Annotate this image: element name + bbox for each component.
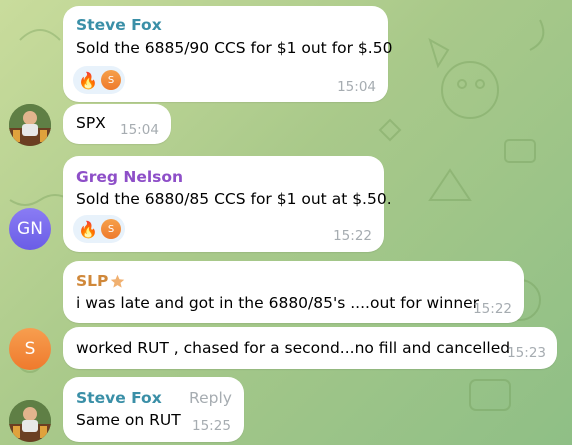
message-text: i was late and got in the 6880/85's ....… <box>76 294 480 312</box>
reply-button[interactable]: Reply <box>189 389 232 407</box>
sender-name[interactable]: Greg Nelson <box>76 168 183 186</box>
message-text: worked RUT , chased for a second...no fi… <box>76 339 511 357</box>
reaction[interactable]: 🔥 S <box>73 215 125 243</box>
star-icon <box>110 274 125 288</box>
reaction-avatar: S <box>101 219 121 239</box>
avatar-photo-icon <box>9 104 51 146</box>
message-time: 15:22 <box>473 301 512 317</box>
message-time: 15:04 <box>337 79 376 95</box>
message-bubble[interactable]: SLP i was late and got in the 6880/85's … <box>63 261 524 323</box>
sender-name[interactable]: Steve Fox <box>76 16 162 34</box>
sender-avatar-photo[interactable] <box>9 400 51 442</box>
message-time: 15:22 <box>333 228 372 244</box>
sender-name[interactable]: Steve Fox <box>76 389 162 407</box>
reaction[interactable]: 🔥 S <box>73 66 125 94</box>
message-text: Sold the 6880/85 CCS for $1 out at $.50. <box>76 190 392 208</box>
message-text: SPX <box>76 114 106 132</box>
fire-icon: 🔥 <box>78 219 98 239</box>
message-time: 15:23 <box>507 345 546 361</box>
sender-avatar-initials[interactable]: GN <box>9 208 51 250</box>
message-bubble[interactable]: Steve Fox Sold the 6885/90 CCS for $1 ou… <box>63 6 392 102</box>
fire-icon: 🔥 <box>78 70 98 90</box>
sender-name[interactable]: SLP <box>76 272 108 290</box>
message-bubble[interactable]: SPX 15:04 <box>63 104 171 144</box>
sender-avatar-photo[interactable] <box>9 104 51 146</box>
message-bubble[interactable]: Greg Nelson Sold the 6880/85 CCS for $1 … <box>63 156 392 252</box>
reaction-avatar: S <box>101 70 121 90</box>
avatar-photo-icon <box>9 400 51 442</box>
message-text: Sold the 6885/90 CCS for $1 out for $.50 <box>76 39 393 57</box>
message-time: 15:25 <box>192 418 231 434</box>
message-time: 15:04 <box>120 122 159 138</box>
message-text: Same on RUT <box>76 411 181 429</box>
message-bubble[interactable]: worked RUT , chased for a second...no fi… <box>63 327 557 369</box>
message-bubble[interactable]: Steve Fox Reply Same on RUT 15:25 <box>63 377 244 442</box>
sender-avatar-initials[interactable]: S <box>9 328 51 370</box>
